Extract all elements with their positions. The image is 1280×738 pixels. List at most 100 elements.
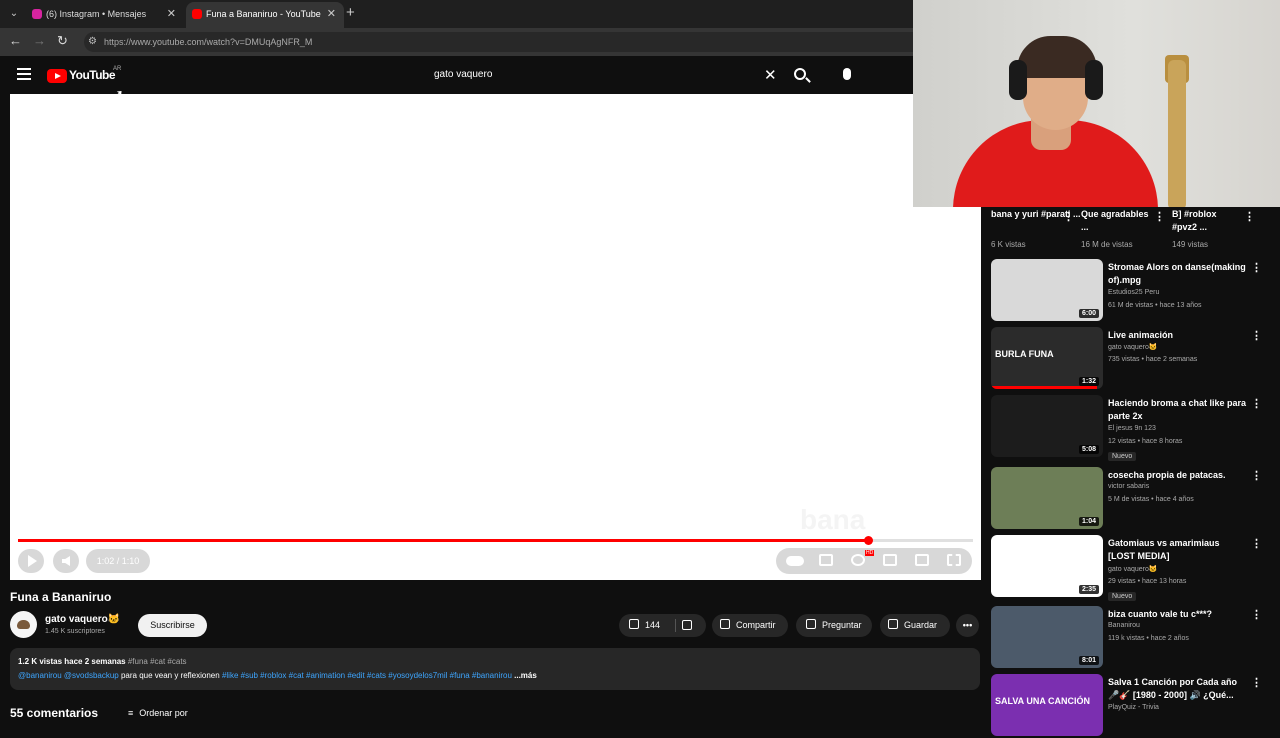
progress-scrubber[interactable]: [863, 536, 873, 545]
tab-search-icon[interactable]: ⌄: [6, 6, 22, 22]
ask-button[interactable]: Preguntar: [796, 614, 872, 637]
suggestion-title[interactable]: Haciendo broma a chat like para parte 2x: [1108, 397, 1248, 423]
suggestion-item[interactable]: BURLA FUNA 1:32 Live animación gato vaquero…: [991, 327, 1271, 391]
suggestion-thumbnail[interactable]: 5:08: [991, 395, 1103, 457]
address-bar[interactable]: ⚙ https://www.youtube.com/watch?v=DMUqAg…: [84, 32, 984, 52]
progress-bar[interactable]: [18, 536, 973, 545]
back-icon[interactable]: ←: [9, 33, 22, 48]
youtube-logo-text[interactable]: YouTube: [69, 68, 116, 82]
suggestion-channel[interactable]: Bananirou: [1108, 622, 1140, 629]
new-tab-icon[interactable]: +: [346, 4, 355, 21]
video-player[interactable]: bana 1:02 / 1:10 HD: [10, 94, 981, 580]
suggestion-title[interactable]: Gatomiaus vs amarimiaus [LOST MEDIA]: [1108, 537, 1248, 563]
tab-title: (6) Instagram • Mensajes: [46, 9, 147, 19]
sort-comments-button[interactable]: Ordenar por: [128, 708, 188, 718]
comments-count: 55 comentarios: [10, 706, 99, 720]
suggestion-menu-icon[interactable]: ⋮: [1251, 537, 1262, 550]
suggestion-title[interactable]: Stromae Alors on danse(making of).mpg: [1108, 261, 1248, 287]
short-menu-icon[interactable]: ⋮: [1154, 210, 1165, 223]
suggestion-item[interactable]: SALVA UNA CANCIÓN Salva 1 Canción por Cad…: [991, 674, 1271, 738]
suggestion-channel[interactable]: gato vaquero🐱: [1108, 565, 1158, 573]
short-menu-icon[interactable]: ⋮: [1063, 210, 1074, 223]
suggestion-title[interactable]: biza cuanto vale tu c***?: [1108, 608, 1248, 621]
like-button[interactable]: 144: [629, 614, 660, 637]
short-views: 149 vistas: [1172, 240, 1209, 249]
suggestion-item[interactable]: 6:00 Stromae Alors on danse(making of).mp…: [991, 259, 1271, 323]
suggestion-channel[interactable]: El jesus 9n 123: [1108, 425, 1156, 432]
subscriber-count: 1.45 K suscriptores: [45, 628, 105, 635]
suggestion-channel[interactable]: victor sabaris: [1108, 483, 1149, 490]
search-input[interactable]: gato vaquero: [434, 69, 492, 80]
region-code: AR: [113, 66, 122, 72]
like-dislike-button[interactable]: 144: [619, 614, 706, 637]
suggestion-thumbnail[interactable]: 1:04: [991, 467, 1103, 529]
suggestion-thumbnail[interactable]: 2:35: [991, 535, 1103, 597]
autoplay-toggle-icon[interactable]: [786, 556, 804, 566]
short-menu-icon[interactable]: ⋮: [1244, 210, 1255, 223]
clear-search-icon[interactable]: ✕: [764, 66, 777, 84]
youtube-logo-icon[interactable]: [47, 69, 67, 83]
channel-name[interactable]: gato vaquero🐱: [45, 614, 120, 625]
site-info-icon[interactable]: ⚙: [88, 32, 97, 52]
suggestion-stats: 61 M de vistas • hace 13 años: [1108, 302, 1202, 309]
settings-gear-icon[interactable]: [851, 554, 865, 566]
reload-icon[interactable]: ↻: [57, 33, 68, 49]
miniplayer-icon[interactable]: [883, 554, 897, 566]
thumbs-down-icon[interactable]: [682, 620, 692, 630]
suggestion-item[interactable]: 5:08 Haciendo broma a chat like para part…: [991, 395, 1271, 461]
suggestion-item[interactable]: 2:35 Gatomiaus vs amarimiaus [LOST MEDIA]…: [991, 535, 1271, 601]
ask-label: Preguntar: [822, 620, 862, 630]
video-duration: 2:35: [1078, 585, 1099, 594]
play-icon[interactable]: [18, 549, 44, 573]
suggestion-channel[interactable]: PlayQuiz - Trivia: [1108, 704, 1159, 711]
video-description[interactable]: 1.2 K vistas hace 2 semanas #funa #cat #…: [10, 648, 980, 690]
show-more-link[interactable]: ...más: [512, 671, 537, 680]
short-views: 16 M de vistas: [1081, 240, 1133, 249]
short-item[interactable]: Que agradables ... 16 M de vistas: [1081, 208, 1151, 249]
short-views: 6 K vistas: [991, 240, 1026, 249]
subscribe-button[interactable]: Suscribirse: [138, 614, 207, 637]
tab-close-icon[interactable]: ✕: [327, 2, 336, 26]
suggestion-thumbnail[interactable]: SALVA UNA CANCIÓN: [991, 674, 1103, 736]
suggestion-thumbnail[interactable]: 6:00: [991, 259, 1103, 321]
suggestion-title[interactable]: Salva 1 Canción por Cada año 🎤🎸 [1980 - …: [1108, 676, 1248, 702]
description-mentions[interactable]: @bananirou @svodsbackup: [18, 671, 119, 680]
video-watermark: bana: [800, 504, 866, 535]
more-actions-button[interactable]: •••: [956, 614, 979, 637]
suggestion-menu-icon[interactable]: ⋮: [1251, 676, 1262, 689]
suggestion-menu-icon[interactable]: ⋮: [1251, 329, 1262, 342]
suggestion-title[interactable]: cosecha propia de patacas.: [1108, 469, 1248, 482]
forward-icon[interactable]: →: [33, 33, 46, 48]
microphone-icon[interactable]: [843, 68, 851, 80]
share-button[interactable]: Compartir: [712, 614, 788, 637]
volume-icon[interactable]: [53, 549, 79, 573]
search-icon[interactable]: [794, 68, 806, 80]
video-duration: 6:00: [1078, 309, 1099, 318]
suggestion-thumbnail[interactable]: BURLA FUNA 1:32: [991, 327, 1103, 389]
suggestion-menu-icon[interactable]: ⋮: [1251, 261, 1262, 274]
suggestion-thumbnail[interactable]: 8:01: [991, 606, 1103, 668]
thumbs-up-icon: [629, 619, 639, 629]
tab-close-icon[interactable]: ✕: [167, 2, 176, 26]
suggestion-channel[interactable]: Estudios25 Peru: [1108, 289, 1159, 296]
tab-instagram[interactable]: (6) Instagram • Mensajes ✕: [26, 2, 184, 28]
suggestion-menu-icon[interactable]: ⋮: [1251, 397, 1262, 410]
short-item[interactable]: B] #roblox #pvz2 ... 149 vistas: [1172, 208, 1242, 249]
fullscreen-icon[interactable]: [947, 554, 961, 566]
suggestion-menu-icon[interactable]: ⋮: [1251, 469, 1262, 482]
new-badge: Nuevo: [1108, 592, 1137, 601]
menu-icon[interactable]: [17, 68, 31, 80]
channel-avatar[interactable]: [10, 611, 37, 638]
suggestion-title[interactable]: Live animación: [1108, 329, 1248, 342]
view-count-and-date: 1.2 K vistas hace 2 semanas: [18, 657, 126, 666]
description-tags[interactable]: #funa #cat #cats: [126, 657, 187, 666]
tab-youtube[interactable]: Funa a Bananiruo - YouTube ✕: [186, 2, 344, 28]
suggestion-item[interactable]: 1:04 cosecha propia de patacas. victor sab…: [991, 467, 1271, 531]
suggestion-channel[interactable]: gato vaquero🐱: [1108, 343, 1158, 351]
cast-icon[interactable]: [915, 554, 929, 566]
subtitles-icon[interactable]: [819, 554, 833, 566]
description-hashtags[interactable]: #like #sub #roblox #cat #animation #edit…: [222, 671, 512, 680]
suggestion-menu-icon[interactable]: ⋮: [1251, 608, 1262, 621]
save-button[interactable]: Guardar: [880, 614, 950, 637]
suggestion-item[interactable]: 8:01 biza cuanto vale tu c***? Bananirou 11…: [991, 606, 1271, 670]
